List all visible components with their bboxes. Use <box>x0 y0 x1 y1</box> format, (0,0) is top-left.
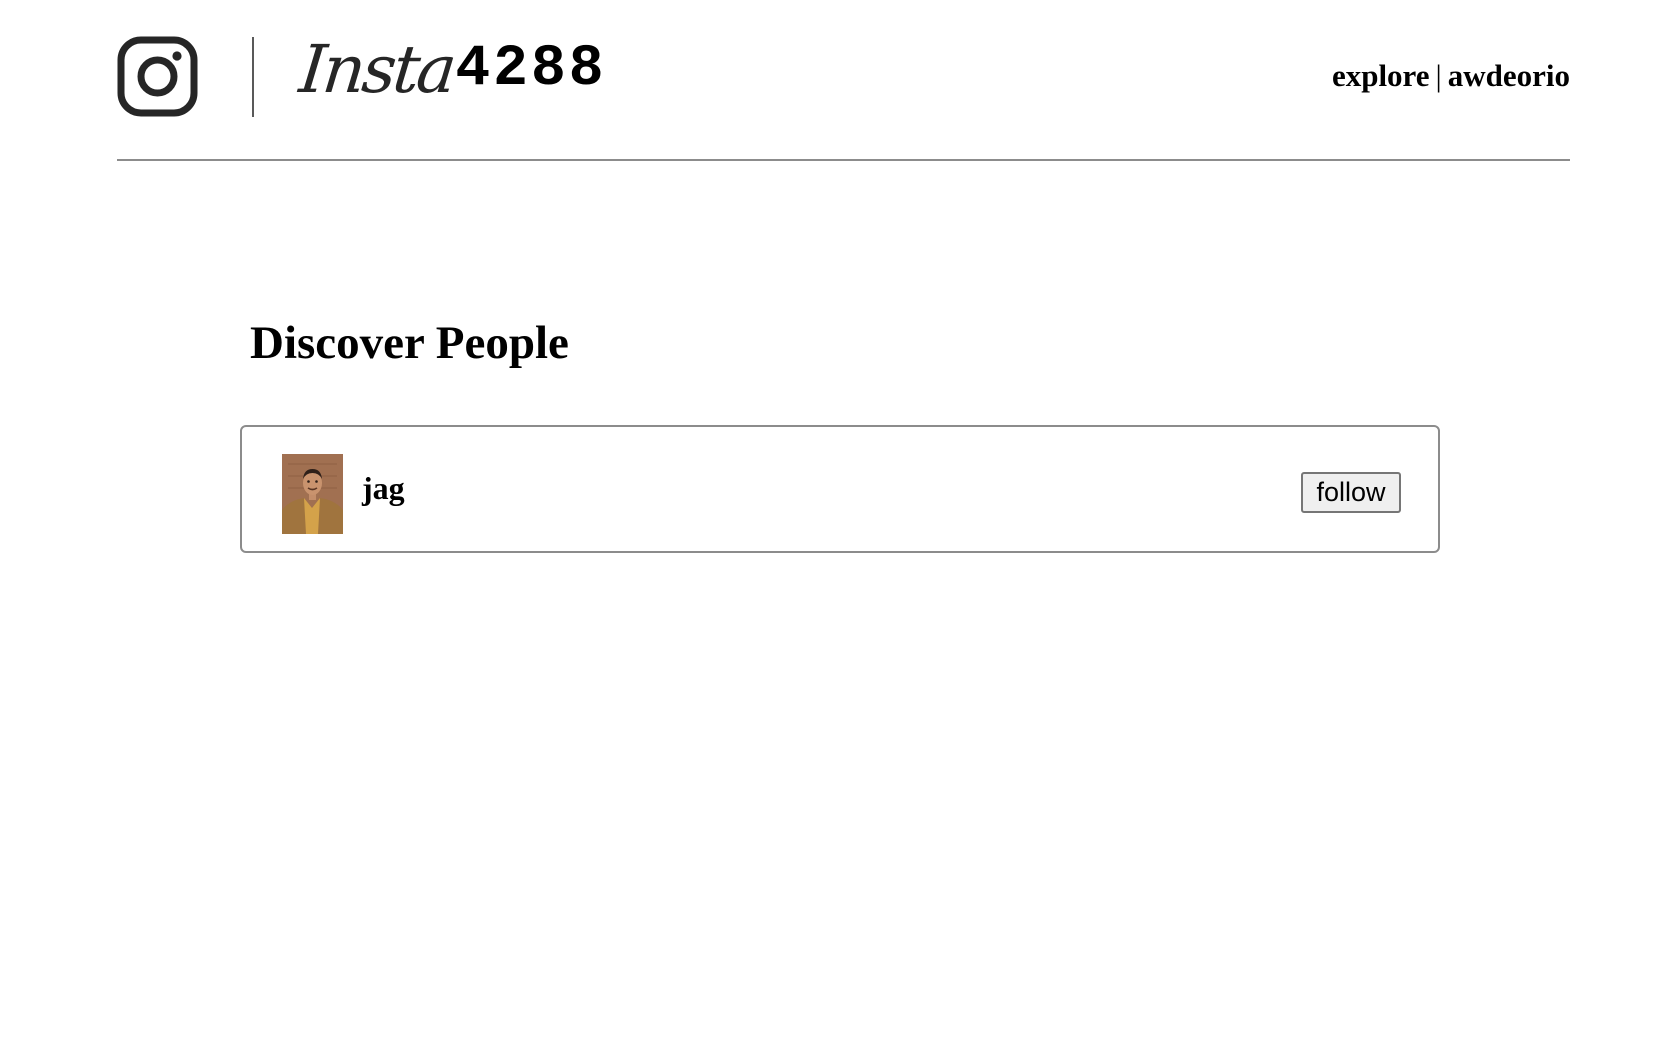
user-card: jag follow <box>240 425 1440 553</box>
logo-divider <box>252 37 254 117</box>
explore-link[interactable]: explore <box>1332 58 1430 93</box>
user-username-link[interactable]: jag <box>362 472 405 504</box>
site-header: Insta 4288 explore | awdeorio <box>117 0 1570 161</box>
follow-button[interactable]: follow <box>1301 472 1401 513</box>
nav-separator: | <box>1435 58 1442 93</box>
brand-number-text: 4288 <box>455 37 607 102</box>
current-user-link[interactable]: awdeorio <box>1448 58 1570 93</box>
brand-wordmark[interactable]: Insta 4288 <box>296 30 607 110</box>
brand-script-text: Insta <box>296 31 458 108</box>
user-avatar[interactable] <box>282 454 343 534</box>
instagram-camera-icon[interactable] <box>117 36 198 117</box>
top-nav: explore | awdeorio <box>1332 58 1570 94</box>
avatar-photo <box>282 454 343 534</box>
page-title: Discover People <box>250 317 569 369</box>
